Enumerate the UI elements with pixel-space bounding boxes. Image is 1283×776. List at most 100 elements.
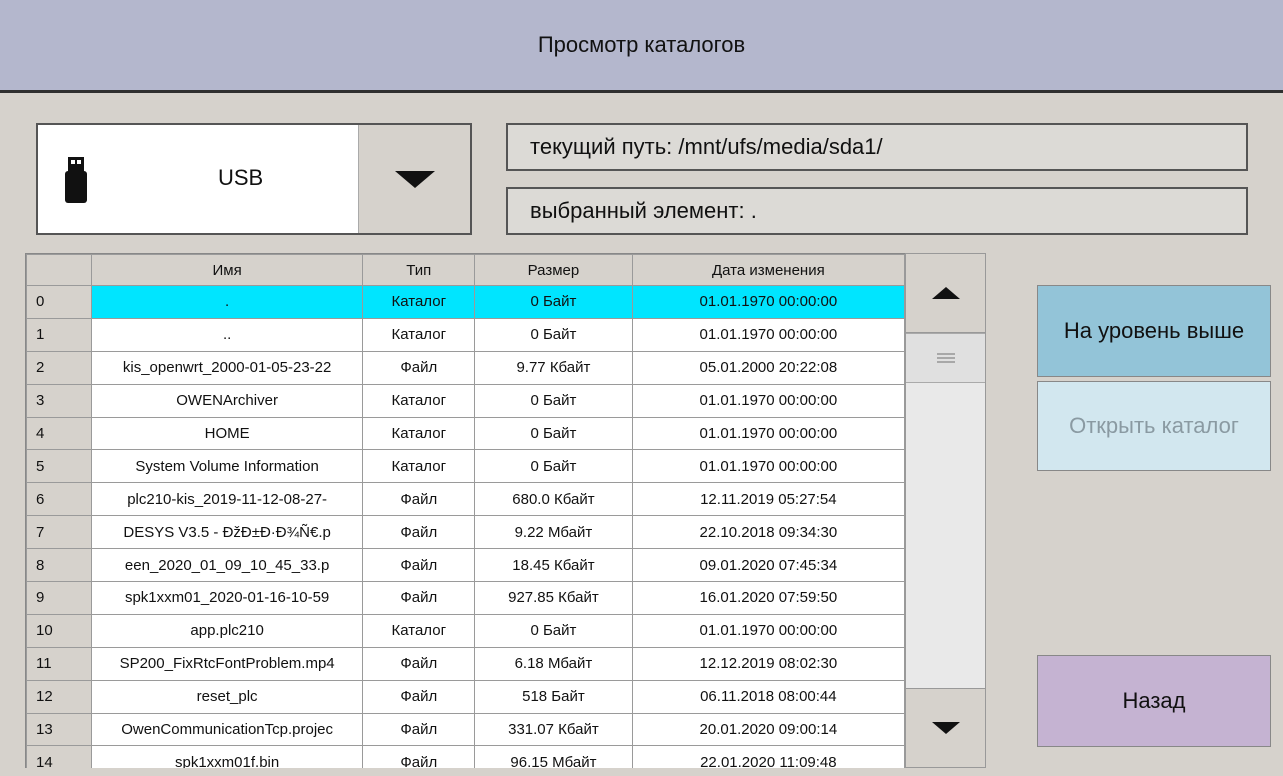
table-row[interactable]: 10 app.plc210 Каталог 0 Байт 01.01.1970 00:0… [26,613,905,648]
cell-name: OwenCommunicationTcp.projec [90,712,364,747]
cell-name: System Volume Information [90,449,364,484]
cell-size: 0 Байт [474,285,633,319]
row-index: 1 [26,317,92,352]
cell-date: 01.01.1970 00:00:00 [631,383,905,418]
cell-date: 01.01.1970 00:00:00 [631,613,905,648]
cell-type: Каталог [362,383,476,418]
column-header-type[interactable]: Тип [362,254,476,286]
cell-name: DESYS V3.5 - ĐžĐ±Đ·Đ¾Ñ€.p [90,515,364,550]
back-button[interactable]: Назад [1037,655,1271,747]
cell-type: Файл [362,515,476,550]
column-header-size[interactable]: Размер [474,254,633,286]
grip-line-icon [936,353,955,355]
table-row[interactable]: 11 SP200_FixRtcFontProblem.mp4 Файл 6.18 Мб… [26,646,905,681]
row-index: 3 [26,383,92,418]
row-index: 11 [26,646,92,681]
column-header-index [26,254,92,286]
cell-type: Файл [362,482,476,517]
open-directory-button[interactable]: Открыть каталог [1037,381,1271,471]
cell-type: Файл [362,548,476,583]
cell-name: een_2020_01_09_10_45_33.p [90,548,364,583]
scroll-up-button[interactable] [906,254,985,333]
cell-size: 96.15 Мбайт [474,745,633,768]
row-index: 8 [26,548,92,583]
table-row[interactable]: 1.. Каталог 0 Байт 01.01.1970 00:00:00 [26,317,905,352]
triangle-down-icon [394,170,435,188]
drive-dropdown-button[interactable] [358,125,470,233]
cell-type: Файл [362,745,476,768]
title-bar: Просмотр каталогов [0,0,1283,93]
table-row[interactable]: 8 een_2020_01_09_10_45_33.p Файл 18.45 Кбай… [26,548,905,583]
selected-item-label: выбранный элемент: [530,198,745,223]
cell-type: Каталог [362,285,476,319]
row-index: 10 [26,613,92,648]
table-row[interactable]: 0. Каталог 0 Байт 01.01.1970 00:00:00 [26,285,905,319]
page-title: Просмотр каталогов [537,32,746,57]
up-level-button[interactable]: На уровень выше [1037,285,1271,377]
cell-date: 01.01.1970 00:00:00 [631,416,905,451]
cell-size: 0 Байт [474,383,633,418]
cell-type: Файл [362,679,476,714]
row-index: 12 [26,679,92,714]
cell-date: 22.01.2020 11:09:48 [631,745,905,768]
cell-size: 0 Байт [474,449,633,484]
cell-name: HOME [90,416,364,451]
row-index: 5 [26,449,92,484]
current-path-label: текущий путь: [530,134,673,159]
cell-type: Файл [362,581,476,615]
cell-date: 06.11.2018 08:00:44 [631,679,905,714]
cell-size: 680.0 Кбайт [474,482,633,517]
cell-date: 12.12.2019 08:02:30 [631,646,905,681]
cell-date: 01.01.1970 00:00:00 [631,317,905,352]
drive-selector[interactable]: USB [36,123,472,235]
table-row[interactable]: 6 plc210-kis_2019-11-12-08-27- Файл 680.0 К… [26,482,905,517]
cell-type: Файл [362,350,476,385]
cell-name: plc210-kis_2019-11-12-08-27- [90,482,364,517]
cell-date: 16.01.2020 07:59:50 [631,581,905,615]
cell-size: 6.18 Мбайт [474,646,633,681]
cell-name: . [90,285,364,319]
usb-drive-icon [65,157,87,203]
table-row[interactable]: 5 System Volume Information Каталог 0 Байт 0… [26,449,905,484]
cell-size: 9.22 Мбайт [474,515,633,550]
row-index: 0 [26,285,92,319]
cell-type: Каталог [362,613,476,648]
table-scrollbar[interactable] [905,253,986,768]
triangle-down-icon [931,722,960,734]
cell-size: 0 Байт [474,613,633,648]
cell-date: 22.10.2018 09:34:30 [631,515,905,550]
cell-size: 0 Байт [474,416,633,451]
row-index: 4 [26,416,92,451]
cell-date: 20.01.2020 09:00:14 [631,712,905,747]
cell-name: spk1xxm01_2020-01-16-10-59 [90,581,364,615]
selected-item-value: . [750,198,757,223]
scroll-thumb[interactable] [906,333,985,383]
file-table: Имя Тип Размер Дата изменения 0. Каталог 0… [25,253,905,768]
table-row[interactable]: 2 kis_openwrt_2000-01-05-23-22 Файл 9.77 Кб… [26,350,905,385]
table-row[interactable]: 13 OwenCommunicationTcp.projec Файл 331.07 … [26,712,905,747]
cell-name: reset_plc [90,679,364,714]
cell-name: app.plc210 [90,613,364,648]
table-row[interactable]: 12 reset_plc Файл 518 Байт 06.11.2018 08:00:… [26,679,905,714]
row-index: 7 [26,515,92,550]
table-row[interactable]: 7 DESYS V3.5 - ĐžĐ±Đ·Đ¾Ñ€.p Файл 9.22 Мбайт… [26,515,905,550]
cell-name: SP200_FixRtcFontProblem.mp4 [90,646,364,681]
cell-date: 01.01.1970 00:00:00 [631,285,905,319]
cell-size: 0 Байт [474,317,633,352]
cell-type: Каталог [362,317,476,352]
cell-type: Файл [362,712,476,747]
column-header-date[interactable]: Дата изменения [631,254,905,286]
table-row[interactable]: 3 OWENArchiver Каталог 0 Байт 01.01.1970 00:… [26,383,905,418]
column-header-name[interactable]: Имя [90,254,364,286]
cell-size: 18.45 Кбайт [474,548,633,583]
scroll-down-button[interactable] [906,688,985,767]
cell-type: Каталог [362,449,476,484]
selected-item-field: выбранный элемент: . [506,187,1248,235]
table-row[interactable]: 14 spk1xxm01f.bin Файл 96.15 Мбайт 22.01.202… [26,745,905,768]
row-index: 2 [26,350,92,385]
table-row[interactable]: 4 HOME Каталог 0 Байт 01.01.1970 00:00:00 [26,416,905,451]
row-index: 9 [26,581,92,615]
table-row[interactable]: 9 spk1xxm01_2020-01-16-10-59 Файл 927.85 Кб… [26,581,905,615]
cell-name: OWENArchiver [90,383,364,418]
cell-name: spk1xxm01f.bin [90,745,364,768]
